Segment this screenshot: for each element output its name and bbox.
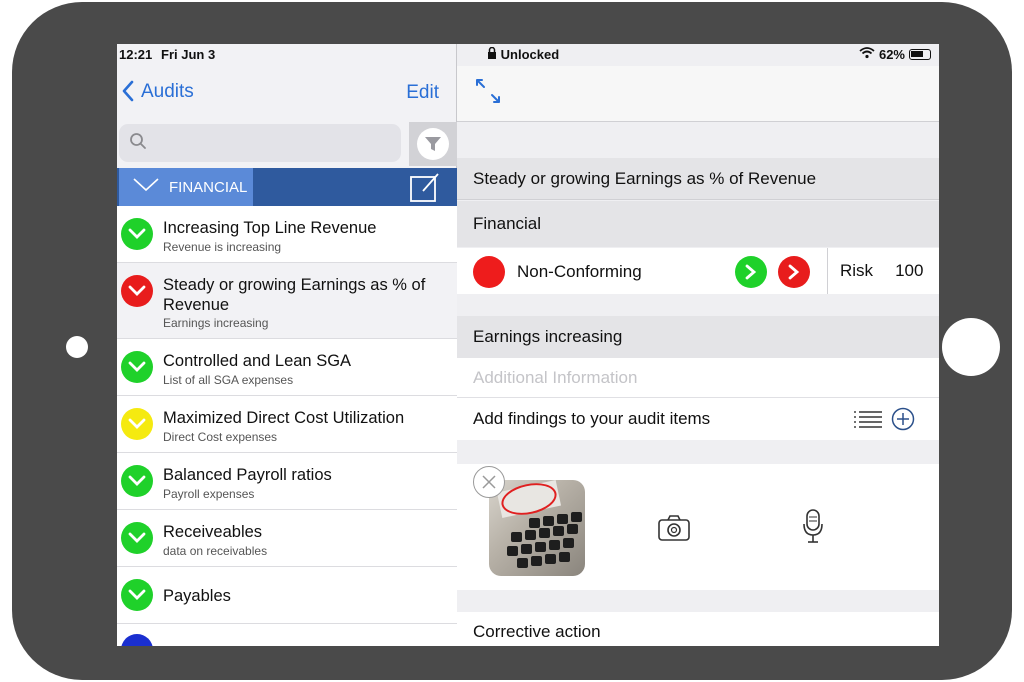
status-dot-yellow: [121, 408, 153, 440]
camera-icon[interactable]: [657, 514, 691, 547]
corrective-action-label: Corrective action: [457, 612, 939, 646]
expand-icon[interactable]: [475, 78, 501, 109]
search-field: [119, 124, 401, 162]
item-subtitle: List of all SGA expenses: [163, 373, 294, 387]
status-bar: 12:21 Fri Jun 3 Unlocked 62%: [117, 44, 939, 66]
plus-circle-icon[interactable]: [891, 407, 915, 436]
battery-percent: 62%: [878, 47, 905, 62]
item-title: Balanced Payroll ratios: [163, 466, 332, 484]
section-tab-financial[interactable]: FINANCIAL: [119, 168, 253, 206]
search-row: [117, 122, 457, 168]
list-item[interactable]: Receiveables data on receivables: [117, 510, 457, 567]
battery-icon: [909, 49, 931, 60]
wifi-icon: [859, 47, 875, 62]
chevron-down-icon: [133, 178, 159, 196]
item-subtitle: Payroll expenses: [163, 487, 255, 501]
tablet-frame: Audits Edit FINANCIAL Increasing Top Lin…: [12, 2, 1012, 680]
status-dot-blue: [121, 634, 153, 646]
findings-row[interactable]: Add findings to your audit items: [457, 398, 939, 440]
conformance-row: Non-Conforming: [457, 248, 827, 294]
conform-button[interactable]: [735, 256, 767, 288]
right-nav-bar: [457, 66, 939, 122]
list-item[interactable]: Payables: [117, 567, 457, 624]
status-dot-green: [121, 218, 153, 250]
compose-icon[interactable]: [409, 171, 441, 208]
audit-list-pane: Audits Edit FINANCIAL Increasing Top Lin…: [117, 44, 457, 646]
status-date: Fri Jun 3: [161, 47, 216, 62]
list-item[interactable]: Controlled and Lean SGA List of all SGA …: [117, 339, 457, 396]
item-subtitle: Earnings increasing: [163, 316, 269, 330]
item-title: Receiveables: [163, 523, 263, 541]
chevron-left-icon: [121, 80, 135, 103]
status-dot-green: [121, 522, 153, 554]
status-time: 12:21: [119, 47, 153, 62]
lock-label: Unlocked: [500, 47, 560, 62]
home-button[interactable]: [942, 318, 1000, 376]
item-title: Increasing Top Line Revenue: [163, 219, 377, 237]
status-label: Non-Conforming: [517, 262, 642, 281]
detail-description: Earnings increasing: [457, 316, 939, 358]
section-label: FINANCIAL: [169, 178, 248, 196]
status-lock: Unlocked: [487, 46, 560, 62]
item-subtitle: data on receivables: [163, 544, 268, 558]
status-dot-green: [121, 351, 153, 383]
risk-label: Risk: [840, 261, 874, 280]
non-conform-button[interactable]: [778, 256, 810, 288]
list-item[interactable]: Increasing Top Line Revenue Revenue is i…: [117, 206, 457, 263]
search-icon: [129, 132, 147, 155]
status-dot-red: [473, 256, 505, 288]
item-subtitle: Direct Cost expenses: [163, 430, 278, 444]
findings-label: Add findings to your audit items: [473, 409, 711, 428]
edit-button[interactable]: Edit: [406, 82, 439, 104]
item-title: Controlled and Lean SGA: [163, 352, 352, 370]
audit-item-list: Increasing Top Line Revenue Revenue is i…: [117, 206, 457, 646]
list-icon[interactable]: [853, 409, 883, 434]
left-nav-bar: Audits Edit: [117, 66, 457, 122]
item-title: Maximized Direct Cost Utilization: [163, 409, 405, 427]
photo-attachment[interactable]: [489, 480, 585, 576]
status-dot-green: [121, 465, 153, 497]
status-right: 62%: [859, 47, 931, 62]
item-title: Payables: [163, 587, 231, 605]
back-label: Audits: [141, 80, 194, 102]
front-camera: [66, 336, 88, 358]
risk-value: 100: [895, 261, 924, 280]
back-button[interactable]: Audits: [121, 80, 194, 103]
lock-icon: [487, 46, 501, 62]
close-icon[interactable]: [473, 466, 505, 498]
additional-info-input[interactable]: Additional Information: [457, 358, 939, 398]
item-title: Steady or growing Earnings as % of Reven…: [163, 276, 426, 314]
status-dot-green: [121, 579, 153, 611]
risk-field[interactable]: Risk 100: [827, 248, 939, 294]
attachments-row: [457, 464, 939, 590]
list-item[interactable]: Maximized Direct Cost Utilization Direct…: [117, 396, 457, 453]
list-item-selected[interactable]: Steady or growing Earnings as % of Reven…: [117, 263, 457, 339]
screen: Audits Edit FINANCIAL Increasing Top Lin…: [117, 44, 939, 646]
detail-item-title: Steady or growing Earnings as % of Reven…: [457, 158, 939, 200]
audit-detail-pane: Steady or growing Earnings as % of Reven…: [457, 44, 939, 646]
list-item[interactable]: [117, 624, 457, 646]
item-subtitle: Revenue is increasing: [163, 240, 282, 254]
status-dot-red: [121, 275, 153, 307]
microphone-icon[interactable]: [803, 508, 823, 549]
list-item[interactable]: Balanced Payroll ratios Payroll expenses: [117, 453, 457, 510]
detail-category: Financial: [457, 201, 939, 247]
search-input[interactable]: [153, 134, 393, 152]
filter-icon: [417, 128, 449, 160]
filter-button[interactable]: [409, 122, 457, 166]
section-header: FINANCIAL: [117, 168, 457, 206]
